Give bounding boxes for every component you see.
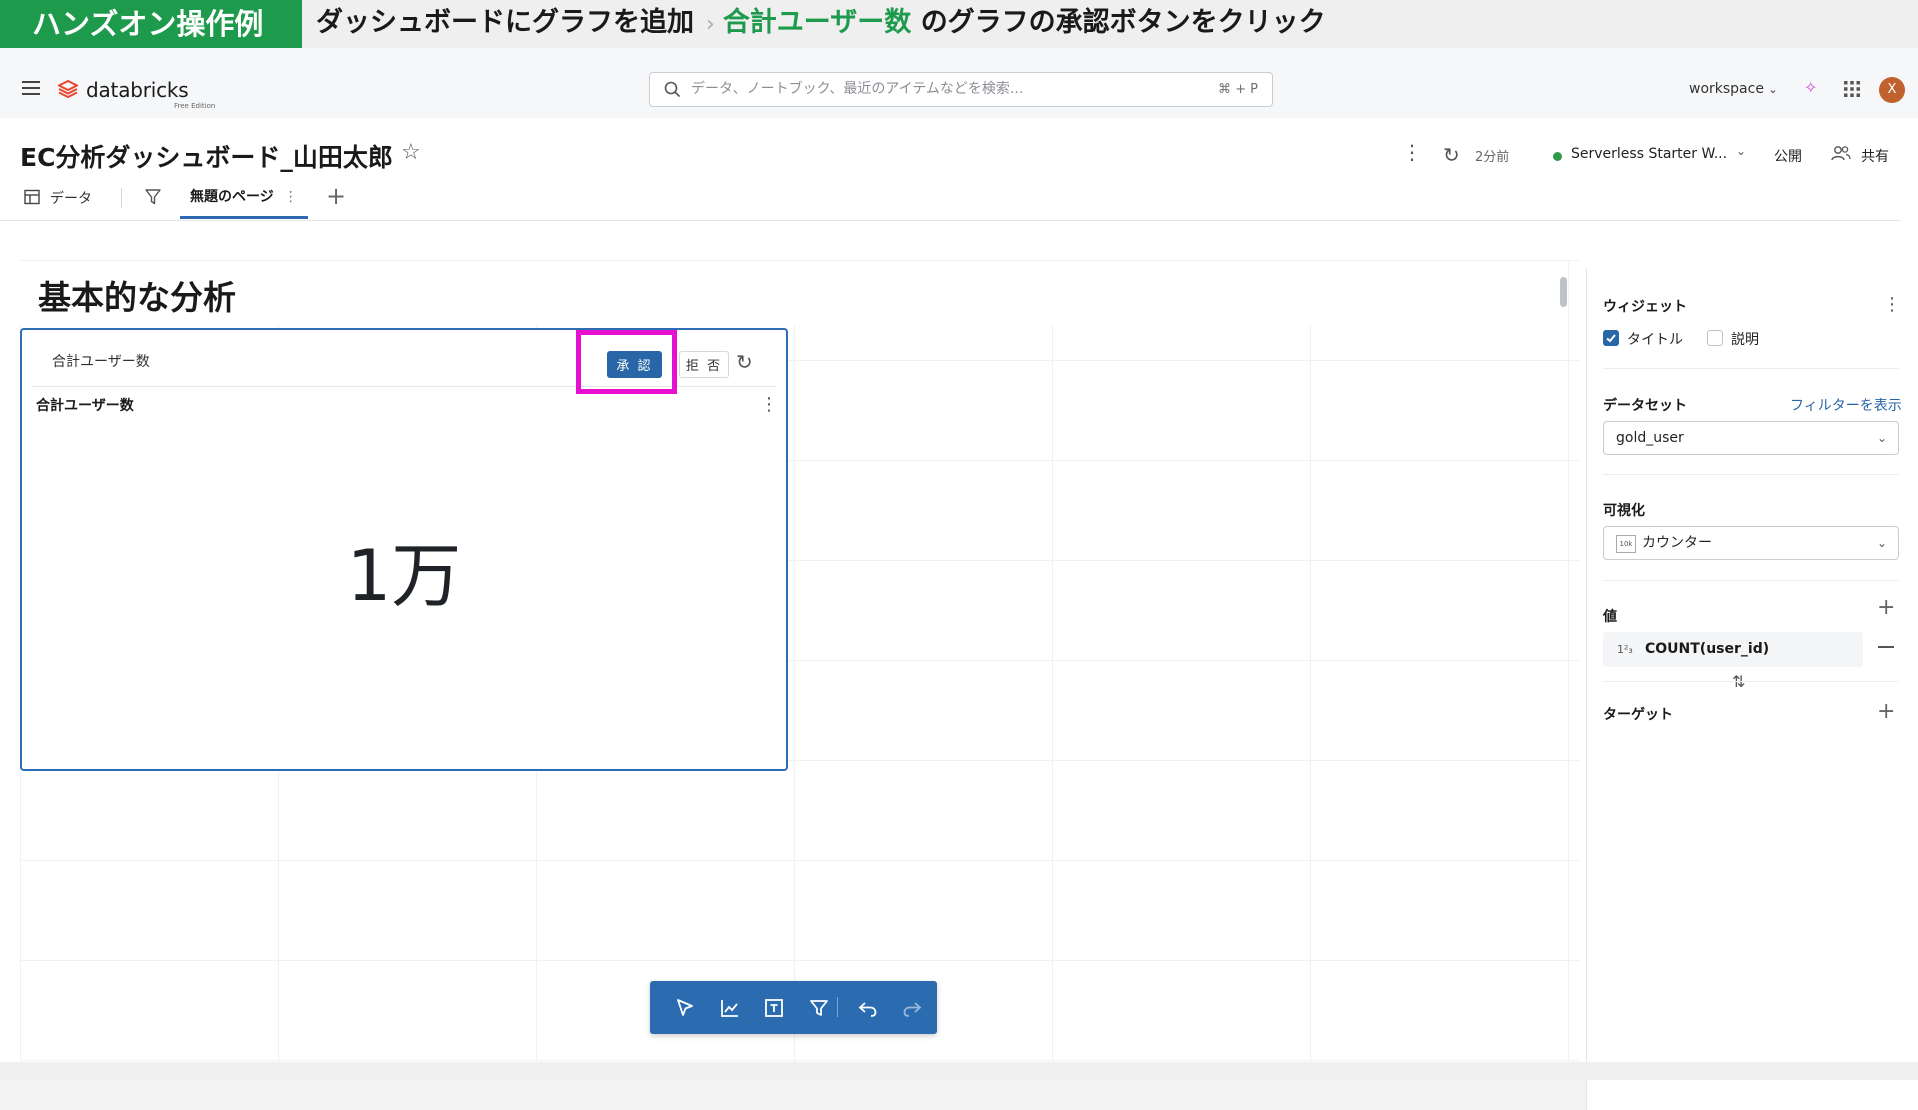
target-heading: ターゲット xyxy=(1603,707,1673,723)
widget-config-panel: ウィジェット ⋮ タイトル 説明 データセット フィルターを表示 gold_us… xyxy=(1586,268,1918,1110)
favorite-star-icon[interactable]: ☆ xyxy=(401,140,421,165)
panel-divider xyxy=(1603,580,1899,581)
banner-step: ダッシュボードにグラフを追加 xyxy=(316,7,694,38)
undo-icon[interactable] xyxy=(856,996,880,1020)
value-field-chip[interactable]: 1²₃ COUNT(user_id) xyxy=(1603,632,1863,667)
dashboard-tabs: データ 無題のページ ⋮ + xyxy=(0,178,1900,221)
banner-highlight: 合計ユーザー数 xyxy=(722,7,912,38)
value-heading: 値 xyxy=(1603,609,1617,625)
tab-divider xyxy=(121,188,122,208)
refresh-icon[interactable]: ↻ xyxy=(1443,143,1460,167)
title-checkbox-label[interactable]: タイトル xyxy=(1627,329,1683,349)
panel-menu-icon[interactable]: ⋮ xyxy=(1883,294,1901,315)
approve-button[interactable]: 承 認 xyxy=(607,351,662,378)
filter-icon[interactable] xyxy=(144,188,162,206)
widget-menu-icon[interactable]: ⋮ xyxy=(760,394,778,415)
chevron-down-icon: ⌄ xyxy=(1876,431,1887,445)
counter-viz-icon: 10k xyxy=(1616,535,1636,553)
visualization-select[interactable]: 10k カウンター ⌄ xyxy=(1603,526,1899,560)
chevron-down-icon: ⌄ xyxy=(1768,83,1778,96)
visualization-value: カウンター xyxy=(1642,535,1712,551)
widget-title: 合計ユーザー数 xyxy=(36,398,134,414)
chevron-down-icon: ⌄ xyxy=(1876,536,1887,550)
visualization-heading: 可視化 xyxy=(1603,503,1645,519)
top-bar: databricks Free Edition データ、ノートブック、最近のアイ… xyxy=(0,48,1918,118)
tab-data[interactable]: データ xyxy=(50,188,92,208)
share-users-icon[interactable] xyxy=(1831,145,1851,161)
add-filter-icon[interactable] xyxy=(807,996,831,1020)
menu-icon[interactable] xyxy=(22,81,40,99)
banner-tag: ハンズオン操作例 xyxy=(0,0,302,48)
share-button[interactable]: 共有 xyxy=(1861,146,1889,166)
add-text-icon[interactable] xyxy=(762,996,786,1020)
search-icon xyxy=(664,81,681,98)
widget-heading: ウィジェット xyxy=(1603,299,1687,315)
checkmark-icon xyxy=(1606,334,1616,343)
search-placeholder: データ、ノートブック、最近のアイテムなどを検索... xyxy=(691,81,1024,97)
toolbar-divider xyxy=(837,997,838,1017)
tab-kebab-icon[interactable]: ⋮ xyxy=(284,189,298,205)
remove-value-icon[interactable] xyxy=(1878,646,1894,648)
dataset-select[interactable]: gold_user ⌄ xyxy=(1603,421,1899,455)
banner-separator: › xyxy=(706,12,715,37)
workspace-switcher[interactable]: workspace ⌄ xyxy=(1689,81,1778,97)
table-icon xyxy=(24,189,40,205)
user-avatar[interactable]: X xyxy=(1879,77,1905,103)
add-chart-icon[interactable] xyxy=(718,996,742,1020)
apps-grid-icon[interactable] xyxy=(1844,81,1860,97)
reject-button[interactable]: 拒 否 xyxy=(679,351,729,378)
search-input[interactable]: データ、ノートブック、最近のアイテムなどを検索... ⌘ + P xyxy=(649,72,1273,107)
counter-widget[interactable]: 合計ユーザー数 承 認 拒 否 ↻ 合計ユーザー数 ⋮ 1万 xyxy=(20,328,788,771)
warehouse-status-dot xyxy=(1553,152,1562,161)
panel-divider xyxy=(1603,474,1899,475)
publish-button[interactable]: 公開 xyxy=(1774,146,1802,166)
description-checkbox[interactable] xyxy=(1707,330,1723,346)
description-checkbox-label[interactable]: 説明 xyxy=(1731,329,1759,349)
workspace-label: workspace xyxy=(1689,81,1764,97)
logo-text: databricks xyxy=(86,78,189,102)
redo-icon[interactable] xyxy=(900,996,924,1020)
section-header-widget[interactable]: 基本的な分析 xyxy=(20,260,1567,325)
logo-subtitle: Free Edition xyxy=(174,102,216,110)
databricks-logo-icon xyxy=(58,80,78,98)
chevron-down-icon[interactable]: ⌄ xyxy=(1736,144,1746,158)
last-refresh-time: 2分前 xyxy=(1475,150,1510,165)
search-shortcut: ⌘ + P xyxy=(1218,82,1258,97)
show-filter-link[interactable]: フィルターを表示 xyxy=(1790,395,1902,415)
numeric-type-icon: 1²₃ xyxy=(1617,643,1633,656)
instruction-banner: ハンズオン操作例 ダッシュボードにグラフを追加 › 合計ユーザー数 のグラフの承認ボ… xyxy=(0,0,1918,48)
add-page-icon[interactable]: + xyxy=(326,182,346,210)
regenerate-icon[interactable]: ↻ xyxy=(736,350,753,374)
section-title: 基本的な分析 xyxy=(38,278,236,317)
dashboard-title[interactable]: EC分析ダッシュボード_山田太郎 xyxy=(20,138,393,174)
panel-divider xyxy=(1603,681,1899,682)
panel-divider xyxy=(1603,368,1899,369)
databricks-app: databricks Free Edition データ、ノートブック、最近のアイ… xyxy=(0,48,1918,1110)
warehouse-selector[interactable]: Serverless Starter W... xyxy=(1571,146,1727,162)
dataset-heading: データセット xyxy=(1603,398,1687,414)
more-options-icon[interactable]: ⋮ xyxy=(1402,142,1422,162)
value-field-label: COUNT(user_id) xyxy=(1645,641,1770,657)
tab-page-label: 無題のページ xyxy=(190,189,274,205)
suggestion-text: 合計ユーザー数 xyxy=(52,354,150,370)
add-target-icon[interactable]: + xyxy=(1877,701,1895,723)
assistant-sparkle-icon[interactable]: ✧ xyxy=(1804,78,1817,97)
dataset-value: gold_user xyxy=(1616,430,1684,446)
scrollbar-thumb[interactable] xyxy=(1560,277,1567,307)
bottom-strip xyxy=(0,1062,1918,1080)
tab-untitled-page[interactable]: 無題のページ ⋮ xyxy=(180,178,308,219)
banner-action: のグラフの承認ボタンをクリック xyxy=(920,7,1326,38)
banner-instruction: ダッシュボードにグラフを追加 › 合計ユーザー数 のグラフの承認ボタンをクリック xyxy=(316,0,1326,48)
add-value-icon[interactable]: + xyxy=(1877,597,1895,619)
select-pointer-icon[interactable] xyxy=(673,996,697,1020)
title-checkbox[interactable] xyxy=(1603,330,1619,346)
counter-value: 1万 xyxy=(346,535,462,617)
canvas-toolbar xyxy=(650,981,937,1034)
